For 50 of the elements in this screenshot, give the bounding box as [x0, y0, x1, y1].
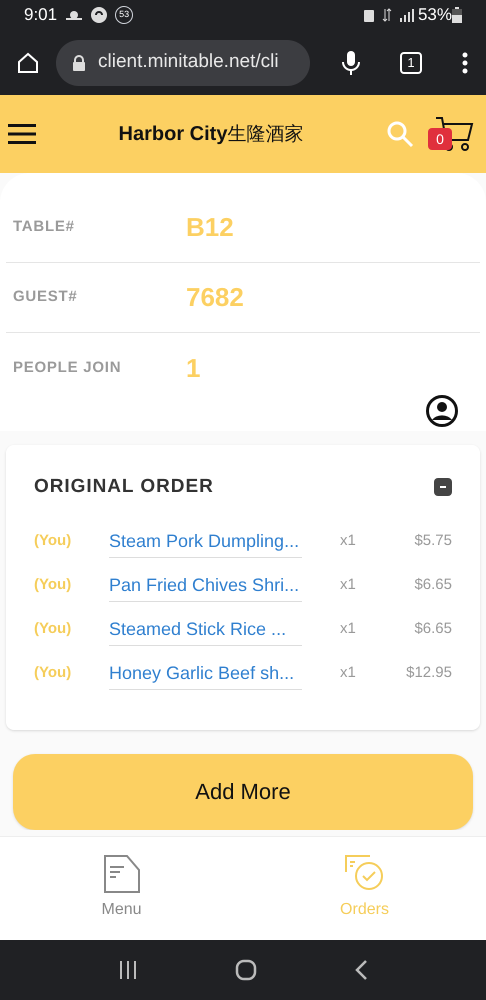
orderer-tag: (You)	[34, 572, 109, 596]
clock: 9:01	[24, 4, 58, 26]
item-price: $12.95	[405, 662, 452, 682]
item-name-link[interactable]: Steam Pork Dumpling...	[109, 528, 302, 558]
document-icon	[102, 854, 140, 894]
battery-icon	[452, 7, 462, 23]
weather-icon	[65, 8, 84, 22]
item-quantity: x1	[340, 530, 357, 550]
restaurant-name: Harbor City生隆酒家	[118, 122, 304, 147]
info-value: B12	[186, 211, 234, 244]
address-bar[interactable]: client.minitable.net/cli	[56, 40, 310, 86]
orderer-tag: (You)	[34, 616, 109, 640]
microphone-icon[interactable]	[342, 50, 360, 76]
item-price: $6.65	[413, 574, 452, 594]
signal-icon	[400, 8, 414, 22]
back-icon[interactable]	[354, 958, 368, 981]
info-label: GUEST#	[13, 287, 79, 308]
tab-count-button[interactable]: 1	[400, 52, 422, 74]
cart-count-badge: 0	[428, 128, 452, 150]
info-value: 1	[186, 352, 200, 384]
collapse-button[interactable]	[434, 478, 452, 496]
recent-apps-icon[interactable]	[118, 960, 138, 980]
add-more-button[interactable]: Add More	[13, 754, 473, 830]
user-profile-icon[interactable]	[426, 395, 458, 427]
item-price: $5.75	[413, 530, 452, 550]
url-text: client.minitable.net/cli	[98, 50, 279, 74]
more-options-icon[interactable]	[462, 52, 468, 74]
lock-icon	[72, 54, 86, 70]
battery-percent: 53%	[418, 4, 452, 26]
item-name-link[interactable]: Pan Fried Chives Shri...	[109, 572, 302, 602]
cart-icon[interactable]	[434, 114, 474, 154]
orderer-tag: (You)	[34, 660, 109, 684]
info-label: PEOPLE JOIN	[13, 358, 122, 378]
item-name-link[interactable]: Honey Garlic Beef sh...	[109, 660, 302, 690]
item-quantity: x1	[340, 662, 357, 682]
notification-count: 53	[115, 6, 134, 24]
section-title: ORIGINAL ORDER	[34, 475, 214, 499]
item-name-link[interactable]: Steamed Stick Rice ...	[109, 616, 302, 646]
menu-icon[interactable]	[8, 123, 36, 145]
app-notification-icon	[91, 7, 108, 23]
item-quantity: x1	[340, 574, 357, 594]
data-transfer-icon	[382, 8, 392, 22]
home-button-icon[interactable]	[234, 958, 257, 981]
nav-tab[interactable]: Menu	[0, 836, 243, 940]
home-icon[interactable]	[16, 50, 40, 74]
info-value: 7682	[186, 281, 244, 314]
info-label: TABLE#	[13, 217, 76, 238]
item-quantity: x1	[340, 618, 357, 638]
item-price: $6.65	[413, 618, 452, 638]
orderer-tag: (You)	[34, 528, 109, 552]
